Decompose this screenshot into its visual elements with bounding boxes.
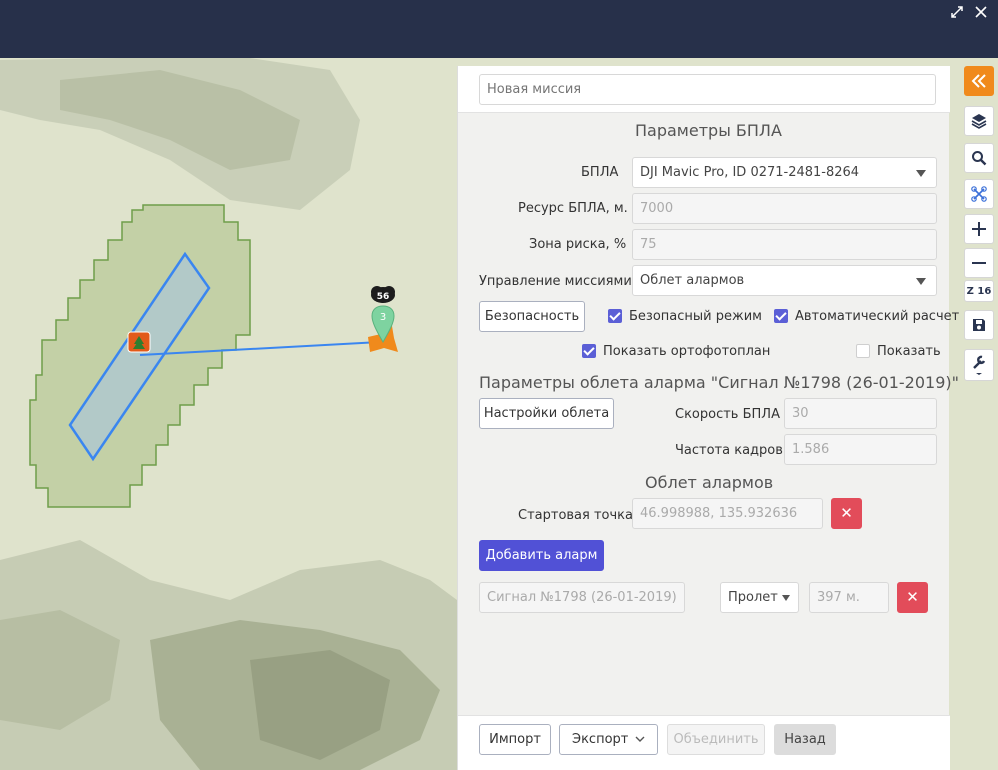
zoom-out-icon[interactable] — [964, 248, 994, 278]
delete-start-point-button[interactable]: ✕ — [831, 498, 862, 529]
mission-control-value: Облет алармов — [640, 273, 745, 288]
uav-select[interactable]: DJI Mavic Pro, ID 0271-2481-8264 — [632, 157, 937, 188]
start-point-input[interactable]: 46.998988, 135.932636 — [632, 498, 823, 529]
safety-button[interactable]: Безопасность — [479, 301, 585, 332]
resource-label: Ресурс БПЛА, м. — [518, 201, 628, 216]
pin-number: 3 — [380, 312, 386, 323]
auto-calc-label: Автоматический расчет — [795, 309, 960, 324]
frame-rate-input[interactable]: 1.586 — [784, 434, 937, 465]
zoom-in-icon[interactable] — [964, 214, 994, 244]
add-alarm-button[interactable]: Добавить аларм — [479, 540, 604, 571]
alarm-flyover-title: Облет алармов — [645, 473, 774, 492]
delete-alarm-button[interactable]: ✕ — [897, 582, 928, 613]
uav-label: БПЛА — [581, 165, 619, 180]
cluster-count: 56 — [377, 292, 390, 302]
alarm-name-input[interactable]: Сигнал №1798 (26-01-2019) — [479, 582, 685, 613]
alarm-distance-input[interactable]: 397 м. — [809, 582, 889, 613]
close-icon[interactable] — [972, 4, 990, 22]
chevron-down-icon — [916, 278, 926, 285]
start-point-label: Стартовая точка — [518, 508, 634, 523]
export-label: Экспорт — [572, 732, 629, 747]
auto-calc-checkbox[interactable] — [774, 309, 788, 323]
uav-speed-input[interactable]: 30 — [784, 398, 937, 429]
mission-name-input[interactable] — [479, 74, 936, 105]
layers-icon[interactable] — [964, 106, 994, 136]
show-label: Показать — [877, 344, 941, 359]
collapse-panel-icon[interactable] — [964, 66, 994, 96]
safe-mode-label: Безопасный режим — [629, 309, 762, 324]
uav-speed-label: Скорость БПЛА — [675, 407, 780, 422]
import-button[interactable]: Импорт — [479, 724, 551, 755]
alarm-mode-select[interactable]: Пролет — [720, 582, 799, 613]
title-bar — [0, 0, 998, 58]
uav-params-title: Параметры БПЛА — [635, 121, 782, 140]
uav-select-value: DJI Mavic Pro, ID 0271-2481-8264 — [640, 165, 860, 180]
show-ortho-checkbox[interactable] — [582, 344, 596, 358]
panel-footer: Импорт Экспорт Объединить Назад — [458, 715, 950, 770]
chevron-down-icon — [916, 170, 926, 177]
back-button[interactable]: Назад — [774, 724, 836, 755]
chevron-down-icon — [782, 595, 790, 601]
show-checkbox[interactable] — [856, 344, 870, 358]
show-ortho-label: Показать ортофотоплан — [603, 344, 771, 359]
map-toolbar: Z 16 — [962, 66, 998, 770]
alarm-marker[interactable] — [127, 331, 151, 353]
flyover-params-title: Параметры облета аларма "Сигнал №1798 (2… — [479, 373, 959, 392]
risk-zone-label: Зона риска, % — [529, 237, 627, 252]
wrench-icon[interactable] — [964, 349, 994, 381]
merge-button[interactable]: Объединить — [667, 724, 765, 755]
mission-control-label: Управление миссиями — [479, 274, 632, 289]
zoom-level: Z 16 — [964, 280, 994, 302]
safe-mode-checkbox[interactable] — [608, 309, 622, 323]
mission-panel: Параметры БПЛА БПЛА DJI Mavic Pro, ID 02… — [457, 66, 959, 770]
resource-input[interactable]: 7000 — [632, 193, 937, 224]
flyover-settings-button[interactable]: Настройки облета — [479, 398, 614, 429]
drone-icon[interactable] — [964, 179, 994, 209]
export-button[interactable]: Экспорт — [559, 724, 658, 755]
save-icon[interactable] — [964, 310, 994, 340]
frame-rate-label: Частота кадров — [675, 443, 783, 458]
expand-icon[interactable] — [948, 4, 966, 22]
risk-zone-input[interactable]: 75 — [632, 229, 937, 260]
chevron-down-icon — [635, 736, 645, 742]
alarm-mode-value: Пролет — [728, 590, 778, 605]
panel-header — [458, 66, 950, 113]
search-icon[interactable] — [964, 143, 994, 173]
mission-control-select[interactable]: Облет алармов — [632, 265, 937, 296]
